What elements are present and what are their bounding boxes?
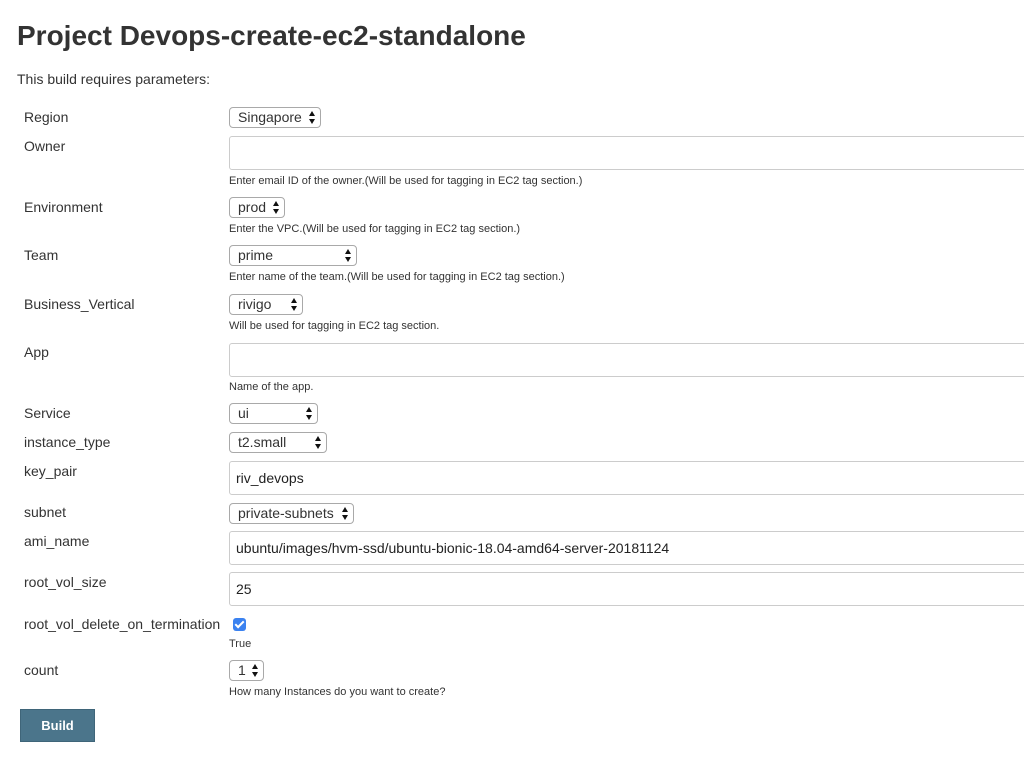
root-vol-size-input[interactable]: 25 (229, 572, 1024, 606)
app-label: App (24, 344, 49, 360)
count-select-value: 1 (238, 662, 246, 678)
intro-text: This build requires parameters: (17, 71, 210, 87)
count-select[interactable]: 1 (229, 660, 264, 681)
team-select[interactable]: prime (229, 245, 357, 266)
select-arrows-icon (345, 249, 352, 262)
region-select[interactable]: Singapore (229, 107, 321, 128)
team-select-value: prime (238, 247, 274, 263)
service-label: Service (24, 405, 71, 421)
key-pair-label: key_pair (24, 463, 77, 479)
region-label: Region (24, 109, 69, 125)
count-label: count (24, 662, 59, 678)
select-arrows-icon (315, 436, 322, 449)
region-select-value: Singapore (238, 109, 302, 125)
environment-select-value: prod (238, 199, 267, 215)
root-vol-delete-description: True (229, 638, 252, 650)
business-vertical-label: Business_Vertical (24, 296, 135, 312)
page-title: Project Devops-create-ec2-standalone (17, 20, 526, 51)
subnet-select-value: private-subnets (238, 505, 334, 521)
service-select-value: ui (238, 405, 249, 421)
owner-description: Enter email ID of the owner.(Will be use… (229, 175, 583, 187)
select-arrows-icon (306, 407, 313, 420)
root-vol-delete-label: root_vol_delete_on_termination (24, 616, 221, 632)
select-arrows-icon (342, 507, 349, 520)
app-description: Name of the app. (229, 381, 314, 393)
select-arrows-icon (252, 664, 259, 677)
select-arrows-icon (291, 298, 298, 311)
environment-label: Environment (24, 199, 103, 215)
environment-description: Enter the VPC.(Will be used for tagging … (229, 223, 521, 235)
key-pair-input[interactable]: riv_devops (229, 461, 1024, 495)
build-button[interactable]: Build (20, 709, 95, 742)
ami-name-label: ami_name (24, 533, 90, 549)
select-arrows-icon (273, 201, 280, 214)
owner-label: Owner (24, 138, 66, 154)
root-vol-delete-checkbox[interactable] (233, 618, 246, 631)
root-vol-size-label: root_vol_size (24, 574, 107, 590)
subnet-select[interactable]: private-subnets (229, 503, 354, 524)
subnet-label: subnet (24, 504, 67, 520)
environment-select[interactable]: prod (229, 197, 285, 218)
business-vertical-description: Will be used for tagging in EC2 tag sect… (229, 320, 440, 332)
team-label: Team (24, 247, 59, 263)
owner-input[interactable] (229, 136, 1024, 170)
select-arrows-icon (309, 111, 316, 124)
business-vertical-select-value: rivigo (238, 296, 272, 312)
ami-name-input[interactable]: ubuntu/images/hvm-ssd/ubuntu-bionic-18.0… (229, 531, 1024, 565)
team-description: Enter name of the team.(Will be used for… (229, 271, 565, 283)
business-vertical-select[interactable]: rivigo (229, 294, 303, 315)
instance-type-label: instance_type (24, 434, 111, 450)
instance-type-select[interactable]: t2.small (229, 432, 327, 453)
service-select[interactable]: ui (229, 403, 318, 424)
count-description: How many Instances do you want to create… (229, 686, 446, 698)
app-input[interactable] (229, 343, 1024, 377)
instance-type-select-value: t2.small (238, 434, 287, 450)
